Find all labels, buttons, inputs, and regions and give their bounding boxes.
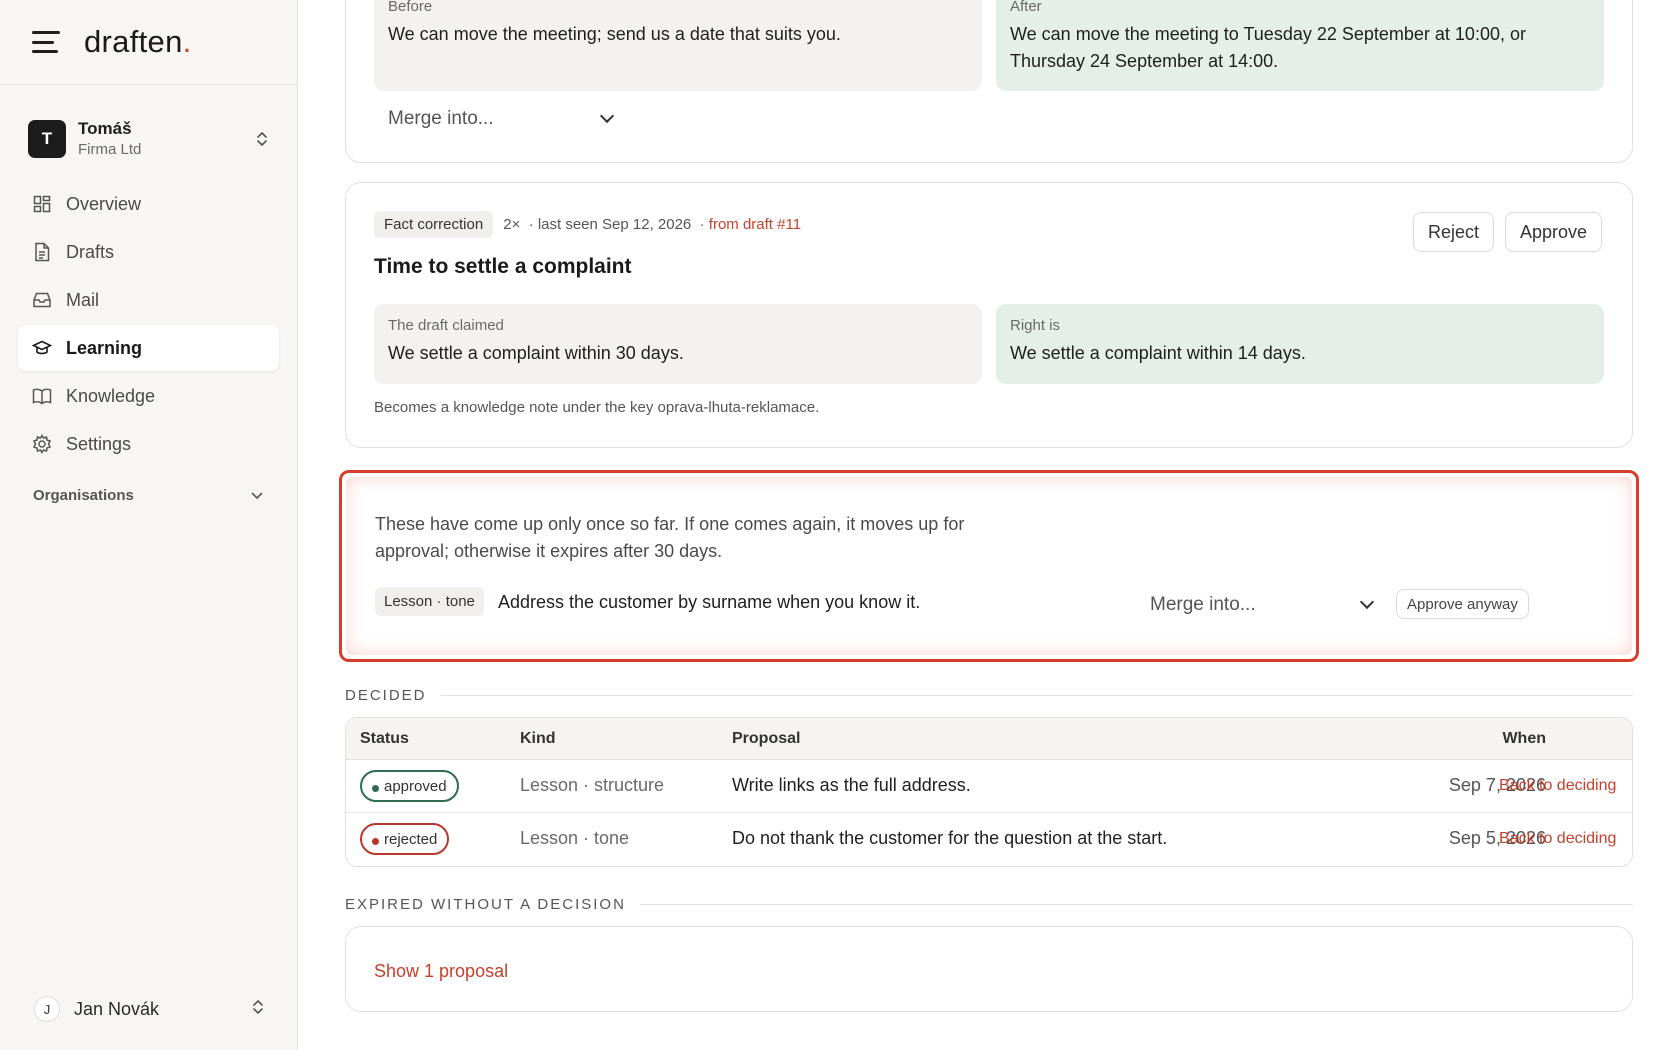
lesson-text: Address the customer by surname when you… <box>498 592 921 612</box>
book-icon <box>32 386 52 406</box>
account-avatar: T <box>28 120 66 158</box>
back-to-deciding-link[interactable]: Back to deciding <box>1499 777 1616 795</box>
inbox-icon <box>32 290 52 310</box>
merge-into-value: Merge into... <box>1150 594 1256 615</box>
main-content: Before We can move the meeting; send us … <box>339 0 1639 1050</box>
logo[interactable]: draften. <box>84 24 192 60</box>
decided-title: DECIDED <box>345 687 427 704</box>
row-kind: Lesson · structure <box>520 775 665 795</box>
account-switcher[interactable]: T Tomáš Firma Ltd <box>0 115 297 163</box>
col-when: When <box>1502 730 1546 747</box>
main-nav: Overview Drafts Mail Learning Knowledge <box>0 181 297 467</box>
table-header: Status Kind Proposal When <box>346 718 1632 760</box>
before-box: Before We can move the meeting; send us … <box>374 0 982 91</box>
kind-tag: Fact correction <box>374 211 494 238</box>
user-avatar: J <box>34 996 60 1022</box>
nav-label: Mail <box>66 289 100 310</box>
after-box: After We can move the meeting to Tuesday… <box>996 0 1604 91</box>
occurrence-count: 2× <box>503 216 521 233</box>
organisations-label: Organisations <box>33 487 134 504</box>
nav-item-knowledge[interactable]: Knowledge <box>18 373 279 419</box>
status-badge: approved <box>360 770 459 802</box>
proposal-title: Time to settle a complaint <box>374 255 632 278</box>
claimed-box: The draft claimed We settle a complaint … <box>374 304 982 384</box>
grid-icon <box>32 194 52 214</box>
col-status: Status <box>360 730 409 747</box>
nav-item-overview[interactable]: Overview <box>18 181 279 227</box>
table-row: rejected Lesson · tone Do not thank the … <box>346 813 1632 866</box>
once-only-explanation: These have come up only once so far. If … <box>375 514 965 561</box>
after-text: We can move the meeting to Tuesday 22 Se… <box>1010 24 1526 71</box>
row-kind: Lesson · tone <box>520 828 630 848</box>
claimed-text: We settle a complaint within 30 days. <box>388 343 684 363</box>
expired-heading: EXPIRED WITHOUT A DECISION <box>345 896 1633 913</box>
nav-label: Overview <box>66 193 142 214</box>
nav-label: Drafts <box>66 241 115 262</box>
chevron-up-down-icon <box>255 130 269 148</box>
sidebar: draften. T Tomáš Firma Ltd Overview Draf… <box>0 0 298 1050</box>
nav-item-mail[interactable]: Mail <box>18 277 279 323</box>
nav-item-settings[interactable]: Settings <box>18 421 279 467</box>
before-text: We can move the meeting; send us a date … <box>388 24 841 44</box>
proposal-card-rewrite: Before We can move the meeting; send us … <box>345 0 1633 163</box>
document-icon <box>32 242 52 262</box>
knowledge-note-hint: Becomes a knowledge note under the key o… <box>374 399 820 416</box>
status-badge: rejected <box>360 823 450 855</box>
right-box: Right is We settle a complaint within 14… <box>996 304 1604 384</box>
show-expired-link[interactable]: Show 1 proposal <box>374 961 508 982</box>
decided-heading: DECIDED <box>345 687 1633 704</box>
expired-title: EXPIRED WITHOUT A DECISION <box>345 896 626 913</box>
expired-card: Show 1 proposal <box>345 926 1633 1012</box>
nav-label: Learning <box>66 337 143 358</box>
chevron-down-icon <box>1359 594 1375 610</box>
gear-icon <box>32 434 52 454</box>
chevron-down-icon <box>251 487 263 504</box>
decided-table: Status Kind Proposal When approved Lesso… <box>345 717 1633 867</box>
brand-bar: draften. <box>0 0 297 85</box>
after-label: After <box>1010 0 1042 15</box>
reject-button[interactable]: Reject <box>1413 212 1495 252</box>
menu-icon[interactable] <box>32 31 60 53</box>
graduation-cap-icon <box>32 338 52 358</box>
last-seen: · last seen Sep 12, 2026 <box>528 216 692 233</box>
user-switcher[interactable]: J Jan Novák <box>0 996 298 1022</box>
nav-item-drafts[interactable]: Drafts <box>18 229 279 275</box>
approve-button[interactable]: Approve <box>1505 212 1603 252</box>
row-proposal: Do not thank the customer for the questi… <box>732 828 1168 848</box>
merge-into-select[interactable]: Merge into... <box>1136 585 1386 625</box>
user-name: Jan Novák <box>74 998 160 1019</box>
before-label: Before <box>388 0 433 15</box>
table-row: approved Lesson · structure Write links … <box>346 760 1632 813</box>
chevron-down-icon <box>599 108 615 124</box>
merge-into-value: Merge into... <box>388 108 494 129</box>
nav-label: Settings <box>66 433 132 454</box>
proposal-meta: Fact correction 2× · last seen Sep 12, 2… <box>374 211 801 238</box>
divider <box>440 695 1633 696</box>
lesson-tag: Lesson · tone <box>375 587 484 616</box>
account-name: Tomáš <box>78 119 132 138</box>
nav-label: Knowledge <box>66 385 156 406</box>
claimed-label: The draft claimed <box>388 317 504 334</box>
right-text: We settle a complaint within 14 days. <box>1010 343 1306 363</box>
once-only-proposals-card: These have come up only once so far. If … <box>339 470 1639 662</box>
back-to-deciding-link[interactable]: Back to deciding <box>1499 830 1616 848</box>
source-draft-link[interactable]: · from draft #11 <box>700 216 801 233</box>
organisations-toggle[interactable]: Organisations <box>0 487 297 504</box>
approve-anyway-button[interactable]: Approve anyway <box>1396 589 1529 619</box>
row-proposal: Write links as the full address. <box>732 775 971 795</box>
nav-item-learning[interactable]: Learning <box>18 325 279 371</box>
once-only-inner: These have come up only once so far. If … <box>346 477 1632 655</box>
right-label: Right is <box>1010 317 1061 334</box>
col-kind: Kind <box>520 730 556 747</box>
merge-into-select[interactable]: Merge into... <box>374 99 626 139</box>
col-proposal: Proposal <box>732 730 801 747</box>
chevron-up-down-icon <box>252 998 264 1021</box>
divider <box>639 904 1633 905</box>
account-org: Firma Ltd <box>78 141 142 158</box>
proposal-card-fact-correction: Fact correction 2× · last seen Sep 12, 2… <box>345 182 1633 448</box>
